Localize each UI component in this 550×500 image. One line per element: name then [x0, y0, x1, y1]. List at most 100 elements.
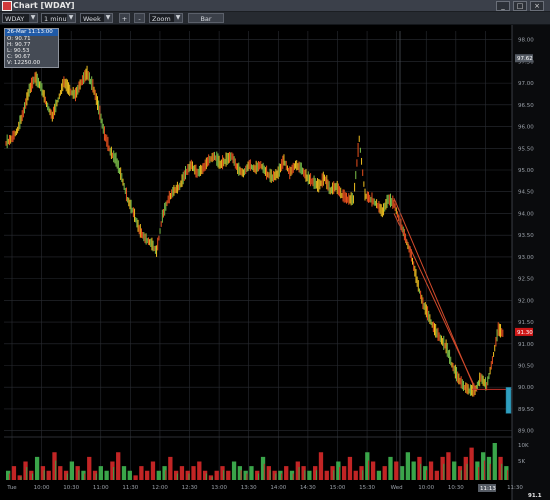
volume-bar: [72, 467, 74, 480]
minimize-button[interactable]: _: [496, 1, 510, 11]
volume-bar: [95, 473, 97, 480]
y-tick-label: 91.50: [518, 320, 534, 326]
grid-lines: [4, 31, 516, 480]
volume-bar: [205, 473, 207, 480]
interval-select[interactable]: 1 minute ▼: [41, 13, 76, 23]
volume-bar: [408, 460, 410, 480]
y-axis: 98.0097.5097.0096.5096.0095.5095.0094.50…: [511, 25, 550, 500]
volume-bar: [321, 460, 323, 480]
volume-bar: [310, 473, 312, 480]
x-tick-label: 13:30: [241, 485, 257, 491]
volume-bar: [391, 463, 393, 480]
volume-bar: [14, 470, 16, 480]
range-value: Week: [83, 15, 101, 23]
volume-bar: [32, 473, 34, 480]
volume-bar: [229, 473, 231, 480]
chart-area[interactable]: 98.00 97.50 97.00 96.50 96.00 95.50 95.00 94.50…: [0, 25, 550, 500]
x-tick-label: 12:00: [152, 485, 168, 491]
y-tick-label: 96.00: [518, 125, 534, 131]
tool-select[interactable]: Zoom ▼: [149, 13, 183, 23]
volume-bar: [147, 473, 149, 480]
volume-bar: [61, 470, 63, 480]
volume-bar: [414, 467, 416, 480]
volume-bar: [223, 470, 225, 480]
volume-bar: [107, 473, 109, 480]
volume-bar: [507, 470, 509, 480]
cursor-time-badge: 11:13: [478, 484, 496, 492]
x-tick-label: 15:00: [330, 485, 346, 491]
volume-bar: [130, 473, 132, 480]
info-date: 26-Mar 11:13:00: [5, 29, 58, 36]
volume-bar: [501, 463, 503, 480]
volume-bar: [234, 467, 236, 480]
volume-bar: [37, 463, 39, 480]
volume-bar: [159, 473, 161, 480]
y-tick-label: 93.50: [518, 233, 534, 239]
volume-bar: [315, 470, 317, 480]
volume-bar: [373, 467, 375, 480]
volume-bar: [368, 460, 370, 480]
volume-bar: [426, 470, 427, 480]
y-tick-label: 98.00: [518, 38, 534, 44]
y-tick-label: 94.00: [518, 211, 534, 217]
maximize-button[interactable]: □: [513, 1, 527, 11]
app-icon: [2, 1, 12, 11]
cursor-price-badge: 97.62: [515, 54, 533, 62]
volume-bar: [246, 473, 248, 480]
volume-bar: [495, 454, 497, 480]
x-tick-label: 15:30: [359, 485, 375, 491]
symbol-value: WDAY: [5, 15, 25, 23]
y-tick-label: 90.50: [518, 363, 534, 369]
x-tick-label: 13:00: [211, 485, 227, 491]
volume-bar: [292, 473, 294, 480]
volume-bar: [118, 460, 120, 480]
symbol-select[interactable]: WDAY ▼: [2, 13, 38, 23]
window-titlebar: Chart [WDAY] _ □ ×: [0, 0, 550, 12]
volume-bar: [26, 467, 28, 480]
volume-bar: [171, 463, 173, 480]
chart-style-button[interactable]: Bar: [188, 13, 224, 23]
volume-tick-label: 10K: [518, 443, 529, 449]
volume-bar: [466, 463, 468, 480]
volume-bar: [200, 467, 202, 480]
volume-bar: [252, 470, 254, 480]
volume-bar: [472, 457, 474, 480]
info-volume: V: 12250.00: [7, 60, 41, 66]
y-tick-label: 93.00: [518, 255, 534, 261]
y-tick-label: 89.50: [518, 407, 534, 413]
volume-bar: [437, 473, 439, 480]
x-tick-label: 10:30: [448, 485, 464, 491]
zoom-out-button[interactable]: -: [134, 13, 145, 23]
volume-bar: [90, 463, 91, 480]
range-select[interactable]: Week ▼: [80, 13, 113, 23]
x-tick-label: 11:30: [122, 485, 138, 491]
volume-bar: [182, 470, 184, 480]
volume-bar: [333, 470, 335, 480]
zoom-in-button[interactable]: +: [119, 13, 130, 23]
volume-bar: [362, 470, 364, 480]
volume-bar: [217, 473, 219, 480]
close-button[interactable]: ×: [530, 1, 544, 11]
x-tick-label: 10:00: [418, 485, 434, 491]
last-price-badge: 91.30: [515, 327, 533, 336]
volume-bar: [8, 473, 10, 480]
volume-bar: [136, 476, 138, 480]
tool-value: Zoom: [152, 15, 171, 23]
y-tick-label: 89.00: [518, 429, 534, 435]
volume-bar: [489, 463, 491, 480]
volume-bar: [176, 473, 178, 480]
volume-bar: [339, 467, 341, 480]
volume-bar: [124, 470, 126, 480]
volume-bar: [298, 467, 300, 480]
x-tick-label: 11:30: [507, 485, 523, 491]
volume-bar: [350, 463, 352, 480]
volume-bar: [304, 470, 306, 480]
price-chart[interactable]: 98.0097.5097.0096.5096.0095.5095.0094.50…: [0, 25, 550, 500]
volume-bar: [101, 470, 103, 480]
volume-bar: [460, 470, 462, 480]
x-tick-label: Tue: [6, 485, 17, 491]
chart-toolbar: WDAY ▼ 1 minute ▼ Week ▼ + - Zoom ▼ Bar: [0, 12, 550, 25]
x-tick-label: 14:30: [300, 485, 316, 491]
volume-bars: [6, 443, 509, 480]
chevron-down-icon: ▼: [29, 14, 37, 22]
